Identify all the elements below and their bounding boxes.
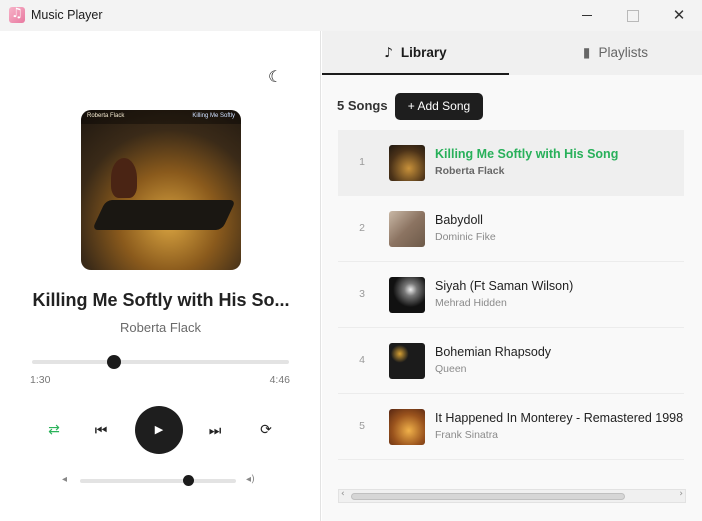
- song-title: Killing Me Softly with His Song: [435, 147, 619, 161]
- song-thumbnail: [389, 277, 425, 313]
- song-number: 5: [359, 420, 365, 432]
- songs-count: 5 Songs: [337, 98, 388, 113]
- album-art: Roberta Flack Killing Me Softly: [81, 110, 241, 270]
- song-number: 2: [359, 222, 365, 234]
- volume-slider-thumb[interactable]: [182, 475, 194, 486]
- progress-slider-thumb[interactable]: [106, 355, 121, 369]
- total-time: 4:46: [269, 374, 290, 386]
- song-title: Siyah (Ft Saman Wilson): [435, 279, 574, 293]
- album-art-figure: [111, 158, 137, 198]
- music-app-icon: [9, 6, 25, 23]
- window-title: Music Player: [31, 8, 103, 22]
- library-panel: ♪ Library ▮ Playlists 5 Songs + Add Song 1…: [322, 31, 702, 521]
- song-row[interactable]: 4 Bohemian Rhapsody Queen: [338, 328, 684, 394]
- song-list: 1 Killing Me Softly with His Song Robert…: [338, 130, 684, 460]
- volume-low-icon: ◂: [62, 474, 68, 485]
- music-note-icon: ♪: [384, 45, 393, 61]
- horizontal-scrollbar[interactable]: ‹ ›: [338, 489, 686, 503]
- song-artist: Dominic Fike: [435, 231, 496, 243]
- now-playing-title: Killing Me Softly with His So...: [32, 290, 290, 310]
- song-thumbnail: [389, 211, 425, 247]
- song-number: 3: [359, 288, 365, 300]
- song-thumbnail: [389, 343, 425, 379]
- song-title: It Happened In Monterey - Remastered 199…: [435, 411, 684, 425]
- close-button[interactable]: ✕: [656, 0, 702, 31]
- tab-playlists-label: Playlists: [598, 45, 648, 60]
- song-title: Bohemian Rhapsody: [435, 345, 552, 359]
- dark-mode-toggle-icon[interactable]: ☾: [268, 67, 282, 86]
- volume-slider[interactable]: [80, 475, 236, 486]
- song-number: 4: [359, 354, 365, 366]
- now-playing-artist: Roberta Flack: [120, 320, 201, 335]
- song-row[interactable]: 5 It Happened In Monterey - Remastered 1…: [338, 394, 684, 460]
- volume-high-icon: ◂): [246, 474, 255, 485]
- previous-button[interactable]: ⏮: [90, 420, 112, 442]
- scroll-left-icon[interactable]: ‹: [341, 489, 345, 499]
- progress-slider[interactable]: [32, 355, 289, 369]
- clipboard-icon: ▮: [583, 45, 591, 61]
- song-artist: Queen: [435, 363, 467, 375]
- song-thumbnail: [389, 145, 425, 181]
- play-button[interactable]: ▶: [135, 406, 183, 454]
- next-button[interactable]: ⏭: [204, 420, 226, 442]
- title-bar: Music Player ✕: [0, 0, 702, 31]
- song-row[interactable]: 1 Killing Me Softly with His Song Robert…: [338, 130, 684, 196]
- album-art-title-text: Killing Me Softly: [192, 113, 235, 119]
- tab-library[interactable]: ♪ Library: [322, 31, 509, 75]
- song-number: 1: [359, 156, 365, 168]
- scrollbar-thumb[interactable]: [351, 493, 625, 500]
- song-title: Babydoll: [435, 213, 483, 227]
- now-playing-panel: ☾ Roberta Flack Killing Me Softly Killin…: [0, 31, 321, 521]
- tab-library-label: Library: [400, 45, 447, 60]
- scroll-right-icon[interactable]: ›: [679, 489, 683, 499]
- maximize-button[interactable]: [609, 0, 655, 31]
- tab-bar: ♪ Library ▮ Playlists: [322, 31, 702, 75]
- song-artist: Roberta Flack: [435, 165, 505, 177]
- album-art-artist-text: Roberta Flack: [87, 113, 125, 119]
- tab-playlists[interactable]: ▮ Playlists: [522, 31, 702, 75]
- album-art-piano: [92, 200, 236, 230]
- song-row[interactable]: 2 Babydoll Dominic Fike: [338, 196, 684, 262]
- song-artist: Mehrad Hidden: [435, 297, 507, 309]
- song-thumbnail: [389, 409, 425, 445]
- add-song-button[interactable]: + Add Song: [395, 93, 483, 120]
- minimize-button[interactable]: [564, 0, 610, 31]
- song-artist: Frank Sinatra: [435, 429, 499, 441]
- repeat-button[interactable]: ⟳: [256, 420, 276, 440]
- shuffle-button[interactable]: ⇄: [44, 420, 64, 440]
- current-time: 1:30: [30, 374, 51, 386]
- song-row[interactable]: 3 Siyah (Ft Saman Wilson) Mehrad Hidden: [338, 262, 684, 328]
